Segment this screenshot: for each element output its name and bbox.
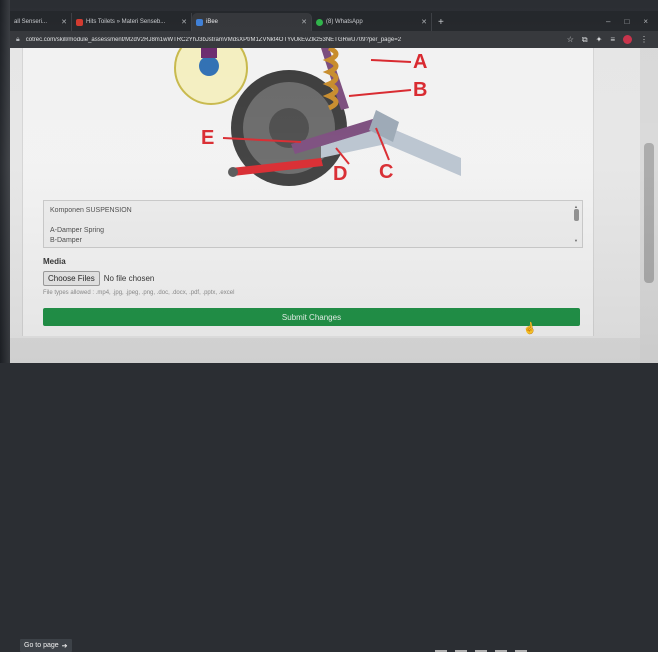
tab-4[interactable]: (8) WhatsApp ✕ bbox=[312, 13, 432, 31]
assessment-card: A B C D E Komponen SUSPENSION A-Damper S… bbox=[22, 48, 594, 336]
tab-title: (8) WhatsApp bbox=[326, 19, 363, 25]
question-line: B-Damper bbox=[50, 237, 82, 244]
reading-list-icon[interactable]: ≡ bbox=[610, 35, 615, 44]
label-d: D bbox=[333, 163, 347, 185]
suspension-diagram: A B C D E bbox=[174, 48, 461, 186]
page-scroll-thumb[interactable] bbox=[644, 143, 654, 283]
extension-icon[interactable]: ⧉ bbox=[582, 35, 588, 45]
no-file-text: No file chosen bbox=[103, 274, 155, 283]
label-e: E bbox=[201, 127, 214, 149]
window-controls: – □ × bbox=[606, 17, 658, 31]
close-tab-icon[interactable]: ✕ bbox=[61, 18, 67, 26]
profile-avatar[interactable] bbox=[623, 35, 632, 44]
close-tab-icon[interactable]: ✕ bbox=[181, 18, 187, 26]
toolbar-icons: ☆ ⧉ ✦ ≡ ⋮ bbox=[567, 35, 658, 45]
site-favicon-icon bbox=[76, 18, 83, 26]
label-b: B bbox=[413, 79, 427, 101]
browser-toolbar: 🔒︎ cotrec.com/skill/module_assessment/M2… bbox=[10, 31, 658, 48]
label-a: A bbox=[413, 51, 427, 73]
label-c: C bbox=[379, 161, 393, 183]
hand-cursor-icon: ☝ bbox=[522, 321, 538, 337]
media-label: Media bbox=[43, 257, 66, 266]
question-textbox[interactable]: Komponen SUSPENSION A-Damper Spring B-Da… bbox=[43, 200, 583, 248]
lock-icon[interactable]: 🔒︎ bbox=[16, 36, 20, 44]
file-input: Choose Files No file chosen bbox=[43, 271, 154, 286]
address-bar[interactable]: cotrec.com/skill/module_assessment/M2dV2… bbox=[26, 37, 466, 43]
arrow-right-icon: ➔ bbox=[61, 642, 68, 650]
minimize-icon[interactable]: – bbox=[606, 17, 610, 26]
tab-title: iBee bbox=[206, 19, 219, 25]
textbox-scroll-thumb[interactable] bbox=[574, 209, 579, 221]
page-footer: Go to page ➔ bbox=[10, 338, 640, 652]
maximize-icon[interactable]: □ bbox=[624, 17, 629, 26]
bookmark-star-icon[interactable]: ☆ bbox=[567, 35, 574, 44]
question-line: A-Damper Spring bbox=[50, 227, 105, 234]
new-tab-button[interactable]: + bbox=[432, 17, 450, 31]
submit-changes-button[interactable]: Submit Changes bbox=[43, 308, 580, 326]
file-types-hint: File types allowed : .mp4, .jpg, .jpeg, … bbox=[43, 290, 235, 296]
leader-line-a bbox=[370, 59, 412, 63]
tab-1[interactable]: all Senseri... ✕ bbox=[10, 13, 72, 31]
go-to-page-button[interactable]: Go to page ➔ bbox=[20, 639, 72, 652]
tab-2[interactable]: Hits Toilets » Materi Senseb... ✕ bbox=[72, 13, 192, 31]
close-window-icon[interactable]: × bbox=[643, 17, 648, 26]
leader-line-b bbox=[348, 89, 412, 97]
tab-bar: all Senseri... ✕ Hits Toilets » Materi S… bbox=[10, 11, 658, 31]
go-to-page-label: Go to page bbox=[24, 642, 59, 649]
site-favicon-icon bbox=[196, 18, 203, 26]
page-scrollbar[interactable] bbox=[640, 48, 658, 363]
joint-boot bbox=[201, 48, 217, 58]
tab-title: Hits Toilets » Materi Senseb... bbox=[86, 19, 166, 25]
question-line-blank bbox=[50, 216, 576, 226]
puzzle-icon[interactable]: ✦ bbox=[596, 35, 603, 44]
tie-rod-end bbox=[228, 167, 238, 177]
choose-files-button[interactable]: Choose Files bbox=[43, 271, 100, 286]
tab-3-active[interactable]: iBee ✕ bbox=[192, 13, 312, 31]
tab-title: all Senseri... bbox=[14, 19, 48, 25]
whatsapp-favicon-icon bbox=[316, 18, 323, 26]
ball-joint bbox=[199, 56, 219, 76]
close-tab-icon[interactable]: ✕ bbox=[301, 18, 307, 26]
page-viewport: A B C D E Komponen SUSPENSION A-Damper S… bbox=[10, 48, 640, 652]
question-line: Komponen SUSPENSION bbox=[50, 207, 132, 214]
close-tab-icon[interactable]: ✕ bbox=[421, 18, 427, 26]
textbox-scrollbar[interactable]: ▲ ▼ bbox=[573, 203, 580, 245]
menu-icon[interactable]: ⋮ bbox=[640, 35, 648, 44]
screen-edge bbox=[0, 0, 10, 363]
scroll-down-icon[interactable]: ▼ bbox=[574, 236, 578, 246]
